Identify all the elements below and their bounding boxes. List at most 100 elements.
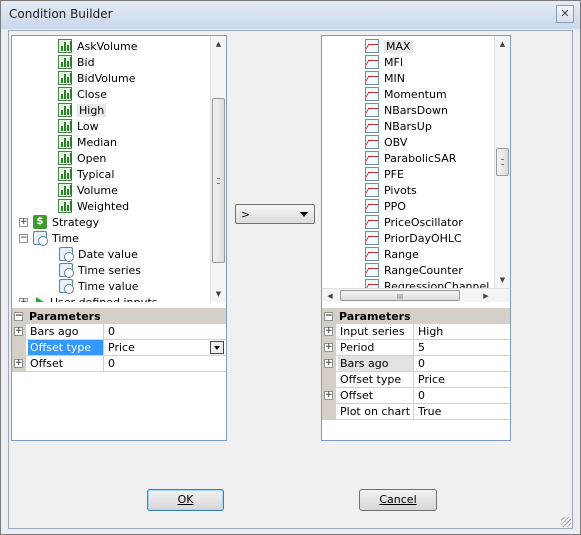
parameters-header-label: Parameters bbox=[339, 309, 411, 323]
indicator-item[interactable]: MFI bbox=[365, 54, 403, 70]
parameter-row[interactable]: Plot on chart True bbox=[322, 404, 510, 420]
scroll-down-arrow[interactable]: ▼ bbox=[495, 272, 510, 288]
parameter-value[interactable]: 0 bbox=[415, 356, 510, 371]
tree-item[interactable]: + $ Strategy bbox=[19, 214, 99, 230]
tree-item[interactable]: BidVolume bbox=[58, 70, 136, 86]
parameter-row[interactable]: + Offset 0 bbox=[322, 388, 510, 404]
indicator-icon bbox=[365, 87, 379, 101]
parameter-row[interactable]: + Period 5 bbox=[322, 340, 510, 356]
tree-item[interactable]: Weighted bbox=[58, 198, 129, 214]
parameter-value[interactable]: 0 bbox=[105, 324, 226, 339]
scroll-thumb[interactable] bbox=[496, 148, 509, 176]
tree-item[interactable]: Open bbox=[58, 150, 106, 166]
tree-item[interactable]: + User defined inputs bbox=[19, 294, 158, 302]
indicator-item[interactable]: PFE bbox=[365, 166, 404, 182]
collapse-icon[interactable]: − bbox=[324, 311, 333, 321]
collapse-icon[interactable]: − bbox=[14, 311, 23, 321]
expand-icon[interactable]: + bbox=[324, 327, 333, 336]
operator-dropdown[interactable]: > bbox=[235, 204, 315, 224]
resize-grip[interactable] bbox=[561, 517, 571, 527]
indicator-item[interactable]: Range bbox=[365, 246, 419, 262]
indicator-item[interactable]: ParabolicSAR bbox=[365, 150, 456, 166]
indicator-item-label: NBarsDown bbox=[384, 103, 448, 117]
expand-icon[interactable]: + bbox=[324, 343, 333, 352]
right-list-vscrollbar[interactable]: ▲ ▼ bbox=[494, 36, 510, 288]
parameter-value[interactable]: 0 bbox=[105, 356, 226, 371]
scroll-up-arrow[interactable]: ▲ bbox=[495, 36, 510, 52]
tree-item[interactable]: − Time bbox=[19, 230, 79, 246]
indicator-item[interactable]: RegressionChannel bbox=[365, 278, 489, 288]
indicator-item[interactable]: PriorDayOHLC bbox=[365, 230, 462, 246]
parameter-value[interactable]: High bbox=[415, 324, 510, 339]
tree-item[interactable]: Time value bbox=[59, 278, 138, 294]
expand-icon[interactable]: + bbox=[19, 297, 28, 302]
indicator-item[interactable]: Momentum bbox=[365, 86, 447, 102]
tree-item[interactable]: Typical bbox=[58, 166, 114, 182]
left-input-tree[interactable]: AskVolume Bid BidVolume Close High Low Median O… bbox=[12, 36, 210, 302]
row-gutter: + bbox=[322, 356, 336, 372]
tree-item[interactable]: High bbox=[58, 102, 107, 118]
scroll-thumb[interactable] bbox=[212, 98, 225, 263]
left-tree-vscrollbar[interactable]: ▲ ▼ bbox=[210, 36, 226, 302]
parameter-row[interactable]: + Offset 0 bbox=[12, 356, 226, 372]
expand-icon[interactable]: + bbox=[19, 217, 28, 227]
parameter-name: Input series bbox=[338, 324, 414, 339]
right-list-hscrollbar[interactable]: ◀ III ▶ bbox=[322, 288, 510, 302]
tree-item-label: Median bbox=[77, 135, 118, 149]
cancel-button[interactable]: Cancel bbox=[359, 489, 437, 511]
tree-item[interactable]: Time series bbox=[59, 262, 141, 278]
parameter-row[interactable]: + Bars ago 0 bbox=[322, 356, 510, 372]
collapse-icon[interactable]: − bbox=[19, 233, 28, 243]
indicator-item[interactable]: RangeCounter bbox=[365, 262, 463, 278]
time-icon bbox=[33, 231, 48, 246]
tree-item[interactable]: Close bbox=[58, 86, 107, 102]
row-gutter: + bbox=[322, 324, 336, 340]
dialog-client-area: AskVolume Bid BidVolume Close High Low Median O… bbox=[8, 30, 573, 529]
scroll-down-arrow[interactable]: ▼ bbox=[211, 286, 226, 302]
indicator-item-label: ParabolicSAR bbox=[384, 151, 457, 165]
parameter-row[interactable]: + Input series High bbox=[322, 324, 510, 340]
tree-item[interactable]: Bid bbox=[58, 54, 95, 70]
tree-item[interactable]: Median bbox=[58, 134, 117, 150]
expand-icon[interactable]: + bbox=[324, 359, 333, 368]
ok-button[interactable]: OK bbox=[147, 489, 224, 511]
indicator-item[interactable]: Pivots bbox=[365, 182, 417, 198]
expand-icon[interactable]: + bbox=[324, 391, 333, 400]
indicator-icon bbox=[365, 183, 379, 197]
parameter-value[interactable]: Price bbox=[415, 372, 510, 387]
indicator-item[interactable]: MIN bbox=[365, 70, 405, 86]
expand-icon[interactable]: + bbox=[14, 327, 23, 336]
tree-item[interactable]: Date value bbox=[59, 246, 138, 262]
parameter-value[interactable]: 5 bbox=[415, 340, 510, 355]
scroll-left-arrow[interactable]: ◀ bbox=[322, 289, 338, 302]
scroll-up-arrow[interactable]: ▲ bbox=[211, 36, 226, 52]
chevron-down-icon bbox=[300, 212, 308, 217]
expand-icon[interactable]: + bbox=[14, 359, 23, 368]
parameter-value[interactable]: Price bbox=[105, 340, 226, 355]
parameter-value[interactable]: 0 bbox=[415, 388, 510, 403]
scroll-right-arrow[interactable]: ▶ bbox=[478, 289, 494, 302]
tree-item[interactable]: Low bbox=[58, 118, 99, 134]
indicator-item[interactable]: OBV bbox=[365, 134, 407, 150]
chart-icon bbox=[58, 87, 72, 101]
parameter-row[interactable]: + Bars ago 0 bbox=[12, 324, 226, 340]
parameter-row[interactable]: Offset type Price bbox=[12, 340, 226, 356]
hscroll-thumb[interactable]: III bbox=[340, 290, 460, 301]
tree-item-label: Date value bbox=[78, 247, 138, 261]
parameter-value[interactable]: True bbox=[415, 404, 510, 419]
indicator-item[interactable]: MAX bbox=[365, 38, 413, 54]
indicator-item[interactable]: NBarsDown bbox=[365, 102, 448, 118]
indicator-item[interactable]: PPO bbox=[365, 198, 406, 214]
tree-item[interactable]: AskVolume bbox=[58, 38, 138, 54]
value-dropdown-button[interactable] bbox=[210, 341, 224, 354]
indicator-item[interactable]: NBarsUp bbox=[365, 118, 432, 134]
close-button[interactable]: ✕ bbox=[556, 5, 574, 23]
indicator-item-label: Momentum bbox=[384, 87, 447, 101]
parameter-name: Offset bbox=[28, 356, 104, 371]
row-gutter: + bbox=[322, 340, 336, 356]
time-icon bbox=[59, 279, 74, 294]
indicator-item[interactable]: PriceOscillator bbox=[365, 214, 463, 230]
right-indicator-list[interactable]: MAX MFI MIN Momentum NBarsDown NBarsUp OBV Para… bbox=[322, 36, 494, 288]
tree-item[interactable]: Volume bbox=[58, 182, 118, 198]
parameter-row[interactable]: Offset type Price bbox=[322, 372, 510, 388]
